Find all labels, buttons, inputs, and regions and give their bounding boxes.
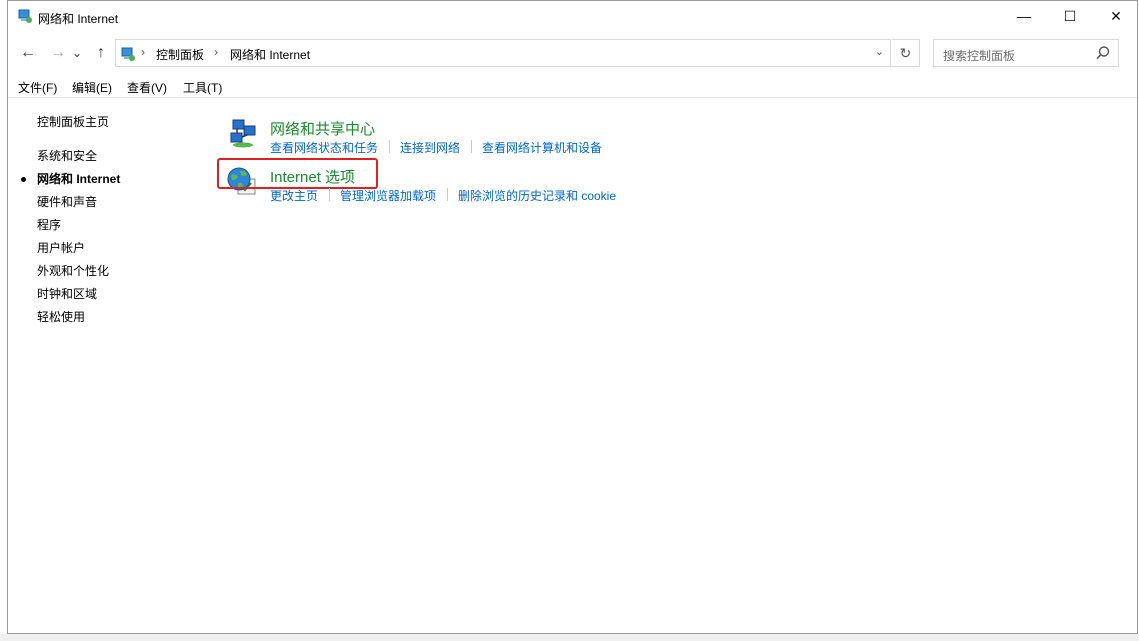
sidebar-item-appearance[interactable]: 外观和个性化 (37, 262, 109, 279)
task-change-homepage[interactable]: 更改主页 (270, 187, 318, 204)
current-page-bullet (21, 177, 26, 182)
recent-locations-button[interactable]: ⌄ (71, 43, 83, 63)
menu-file[interactable]: 文件(F) (18, 79, 57, 96)
search-placeholder: 搜索控制面板 (943, 49, 1016, 63)
search-icon[interactable] (1095, 45, 1111, 61)
task-delete-browsing-history[interactable]: 删除浏览的历史记录和 cookie (458, 187, 616, 204)
address-dropdown-icon[interactable]: ⌄ (875, 45, 884, 58)
breadcrumb-control-panel[interactable]: 控制面板 (156, 46, 204, 63)
network-sharing-icon[interactable] (227, 117, 259, 149)
task-connect-network[interactable]: 连接到网络 (400, 139, 460, 156)
title-bar: 网络和 Internet — ☐ ✕ (8, 1, 1137, 33)
breadcrumb-network-internet[interactable]: 网络和 Internet (230, 46, 310, 63)
highlight-box (217, 158, 378, 189)
address-bar[interactable]: › 控制面板 › 网络和 Internet ⌄ (115, 39, 891, 67)
sidebar-item-user-accounts[interactable]: 用户帐户 (37, 239, 85, 256)
task-view-network-status[interactable]: 查看网络状态和任务 (270, 139, 378, 156)
search-input[interactable]: 搜索控制面板 (933, 39, 1119, 67)
menu-view[interactable]: 查看(V) (127, 79, 167, 96)
task-divider (329, 188, 330, 201)
sidebar-control-panel-home[interactable]: 控制面板主页 (37, 113, 109, 130)
forward-button[interactable]: → (48, 43, 68, 63)
menu-bar: 文件(F) 编辑(E) 查看(V) 工具(T) (8, 75, 1137, 98)
task-divider (471, 140, 472, 153)
breadcrumb-separator: › (141, 45, 145, 59)
control-panel-icon (121, 47, 135, 61)
refresh-button[interactable]: ↻ (892, 39, 920, 67)
task-view-network-computers[interactable]: 查看网络计算机和设备 (482, 139, 602, 156)
menu-edit[interactable]: 编辑(E) (72, 79, 112, 96)
up-button[interactable]: ↑ (91, 43, 111, 63)
breadcrumb-separator: › (214, 45, 218, 59)
sidebar-item-programs[interactable]: 程序 (37, 216, 61, 233)
control-panel-icon (18, 9, 32, 23)
task-manage-addons[interactable]: 管理浏览器加载项 (340, 187, 436, 204)
sidebar-item-system-security[interactable]: 系统和安全 (37, 147, 97, 164)
menu-tools[interactable]: 工具(T) (183, 79, 222, 96)
task-divider (447, 188, 448, 201)
minimize-button[interactable]: — (1001, 1, 1047, 31)
background-strip (0, 634, 1139, 641)
maximize-button[interactable]: ☐ (1047, 1, 1093, 31)
sidebar-item-clock-region[interactable]: 时钟和区域 (37, 285, 97, 302)
back-button[interactable]: ← (18, 43, 38, 63)
control-panel-window: 网络和 Internet — ☐ ✕ ← → ⌄ ↑ › 控制面板 › 网络和 … (7, 0, 1138, 634)
category-title-network-sharing[interactable]: 网络和共享中心 (270, 118, 375, 139)
close-button[interactable]: ✕ (1093, 1, 1139, 31)
sidebar-item-ease-of-access[interactable]: 轻松使用 (37, 308, 85, 325)
sidebar-item-network-internet[interactable]: 网络和 Internet (37, 170, 120, 187)
sidebar-item-hardware-sound[interactable]: 硬件和声音 (37, 193, 97, 210)
window-title: 网络和 Internet (38, 12, 119, 26)
address-row: ← → ⌄ ↑ › 控制面板 › 网络和 Internet ⌄ ↻ 搜索控制面板 (8, 37, 1137, 69)
task-divider (389, 140, 390, 153)
